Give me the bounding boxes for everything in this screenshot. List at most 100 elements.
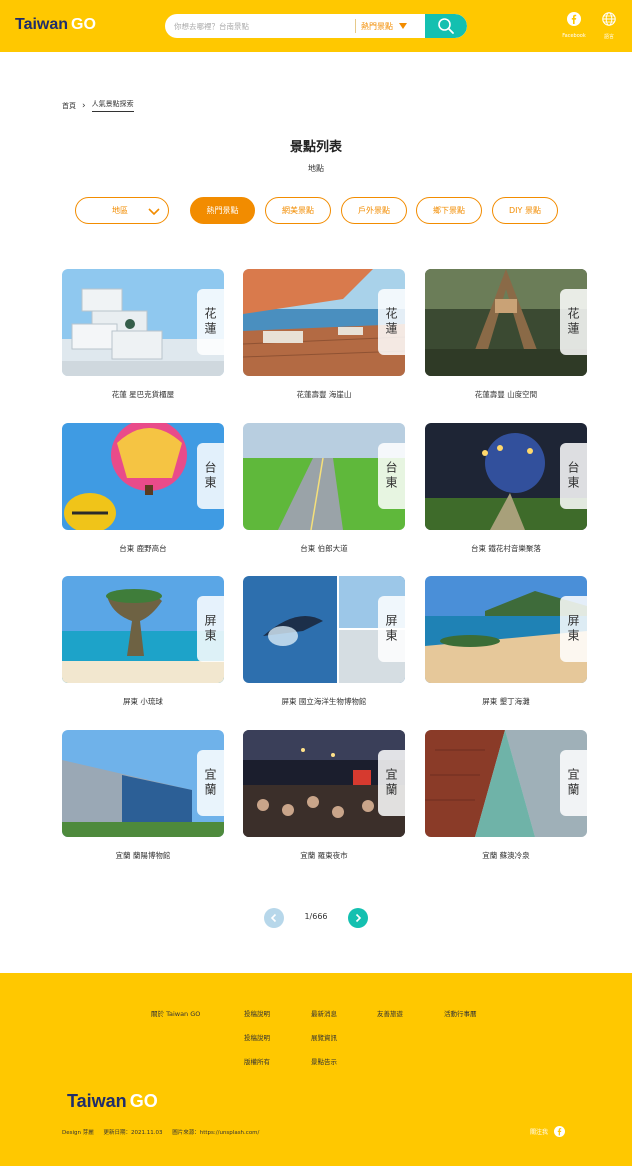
follow-label: 關注我 bbox=[530, 1129, 549, 1136]
facebook-link[interactable]: Facebook bbox=[559, 11, 589, 39]
attraction-photo: 屏東 bbox=[243, 576, 405, 683]
attraction-photo: 台東 bbox=[62, 423, 224, 530]
attraction-photo: 屏東 bbox=[425, 576, 587, 683]
attraction-caption: 宜蘭 蘭陽博物館 bbox=[115, 851, 171, 860]
region-tag: 宜蘭 bbox=[378, 750, 405, 816]
pagination: 1/666 bbox=[0, 907, 632, 929]
region-select-label: 地區 bbox=[112, 206, 128, 215]
tag-outdoor[interactable]: 戶外景點 bbox=[341, 197, 407, 224]
region-tag: 花蓮 bbox=[560, 289, 587, 355]
tag-label: DIY 景點 bbox=[509, 206, 541, 215]
site-logo[interactable]: Taiwan GO bbox=[15, 16, 96, 34]
site-footer: 關於 Taiwan GO 投稿說明 投稿說明 版權所有 最新消息 展覽資訊 景點… bbox=[0, 973, 632, 1166]
tag-label: 鄉下景點 bbox=[433, 206, 465, 215]
region-tag: 花蓮 bbox=[378, 289, 405, 355]
attraction-card[interactable]: 花蓮 花蓮 星巴克貨櫃屋 bbox=[62, 269, 224, 400]
footer-follow[interactable]: 關注我 bbox=[530, 1126, 566, 1137]
footer-link[interactable]: 投稿說明 bbox=[244, 1008, 270, 1018]
attraction-caption: 宜蘭 羅東夜市 bbox=[300, 851, 348, 860]
region-tag: 屏東 bbox=[197, 596, 224, 662]
footer-updated: 更新日期：2021.11.03 bbox=[103, 1130, 163, 1136]
attraction-card[interactable]: 花蓮 花蓮壽豐 山度空間 bbox=[425, 269, 587, 400]
attraction-photo: 宜蘭 bbox=[243, 730, 405, 837]
footer-link-about[interactable]: 關於 Taiwan GO bbox=[151, 1008, 200, 1018]
logo-text: Taiwan bbox=[67, 1091, 127, 1111]
attraction-card[interactable]: 屏東 屏東 國立海洋生物博物館 bbox=[243, 576, 405, 707]
attraction-card[interactable]: 台東 台東 伯郎大道 bbox=[243, 423, 405, 554]
footer-link[interactable]: 版權所有 bbox=[244, 1056, 270, 1066]
site-header: TaiwanGO 熱門景點 Facebook 語言 bbox=[0, 0, 632, 52]
attraction-caption: 花蓮壽豐 海崖山 bbox=[296, 390, 352, 399]
attraction-card[interactable]: 花蓮 花蓮壽豐 海崖山 bbox=[243, 269, 405, 400]
globe-icon bbox=[602, 12, 616, 26]
region-tag: 台東 bbox=[197, 443, 224, 509]
region-tag: 台東 bbox=[378, 443, 405, 509]
tag-label: 戶外景點 bbox=[358, 206, 390, 215]
attraction-card[interactable]: 台東 台東 鹿野高台 bbox=[62, 423, 224, 554]
attraction-photo: 宜蘭 bbox=[425, 730, 587, 837]
search-divider bbox=[355, 19, 356, 33]
prev-page-button[interactable] bbox=[264, 908, 284, 928]
region-tag: 屏東 bbox=[560, 596, 587, 662]
search-bar: 熱門景點 bbox=[165, 14, 467, 38]
attraction-card[interactable]: 台東 台東 鐵花村音樂聚落 bbox=[425, 423, 587, 554]
search-category-select[interactable]: 熱門景點 bbox=[361, 14, 425, 38]
language-label: 語言 bbox=[603, 34, 614, 40]
attraction-caption: 花蓮壽豐 山度空間 bbox=[474, 390, 538, 399]
attraction-photo: 屏東 bbox=[62, 576, 224, 683]
facebook-icon bbox=[567, 12, 581, 26]
tag-countryside[interactable]: 鄉下景點 bbox=[416, 197, 482, 224]
footer-meta: Design 芽麗 更新日期：2021.11.03 圖片來源：https://u… bbox=[62, 1128, 267, 1136]
attraction-photo: 台東 bbox=[425, 423, 587, 530]
region-tag: 花蓮 bbox=[197, 289, 224, 355]
logo-go: GO bbox=[129, 1091, 158, 1111]
footer-design: Design 芽麗 bbox=[62, 1130, 94, 1136]
attraction-caption: 台東 鹿野高台 bbox=[119, 544, 167, 553]
tag-instagram[interactable]: 網美景點 bbox=[265, 197, 331, 224]
search-category-label: 熱門景點 bbox=[361, 21, 393, 31]
tag-diy[interactable]: DIY 景點 bbox=[492, 197, 558, 224]
footer-logo[interactable]: Taiwan GO bbox=[67, 1091, 158, 1112]
attraction-photo: 宜蘭 bbox=[62, 730, 224, 837]
caret-down-icon bbox=[399, 23, 407, 29]
next-page-button[interactable] bbox=[348, 908, 368, 928]
region-tag: 宜蘭 bbox=[560, 750, 587, 816]
attraction-card[interactable]: 宜蘭 宜蘭 蘇澳冷泉 bbox=[425, 730, 587, 861]
region-tag: 台東 bbox=[560, 443, 587, 509]
region-tag: 宜蘭 bbox=[197, 750, 224, 816]
footer-link[interactable]: 展覽資訊 bbox=[311, 1032, 337, 1042]
region-tag: 屏東 bbox=[378, 596, 405, 662]
search-icon bbox=[438, 18, 454, 34]
language-switch[interactable]: 語言 bbox=[594, 11, 624, 40]
footer-link[interactable]: 投稿說明 bbox=[244, 1032, 270, 1042]
tag-hot[interactable]: 熱門景點 bbox=[190, 197, 255, 224]
attraction-caption: 屏東 墾丁海灘 bbox=[482, 697, 530, 706]
facebook-label: Facebook bbox=[562, 33, 586, 39]
footer-link[interactable]: 友善旅遊 bbox=[377, 1008, 403, 1018]
tag-label: 熱門景點 bbox=[206, 206, 239, 215]
attraction-caption: 屏東 國立海洋生物博物館 bbox=[281, 697, 367, 706]
attraction-photo: 花蓮 bbox=[62, 269, 224, 376]
region-select[interactable]: 地區 bbox=[75, 197, 169, 224]
attraction-card[interactable]: 屏東 屏東 墾丁海灘 bbox=[425, 576, 587, 707]
footer-link[interactable]: 景點告示 bbox=[311, 1056, 337, 1066]
attraction-card[interactable]: 屏東 屏東 小琉球 bbox=[62, 576, 224, 707]
footer-link[interactable]: 活動行事曆 bbox=[444, 1008, 477, 1018]
attraction-caption: 屏東 小琉球 bbox=[123, 697, 163, 706]
breadcrumb-home[interactable]: 首頁 bbox=[62, 101, 76, 111]
chevron-left-icon bbox=[270, 913, 277, 923]
attraction-caption: 花蓮 星巴克貨櫃屋 bbox=[111, 390, 175, 399]
attraction-photo: 花蓮 bbox=[243, 269, 405, 376]
attraction-card[interactable]: 宜蘭 宜蘭 蘭陽博物館 bbox=[62, 730, 224, 861]
breadcrumb-current[interactable]: 人氣景點探索 bbox=[91, 99, 134, 112]
facebook-icon bbox=[554, 1126, 566, 1137]
search-button[interactable] bbox=[425, 14, 467, 38]
attraction-caption: 台東 鐵花村音樂聚落 bbox=[471, 544, 541, 553]
logo-go: GO bbox=[71, 16, 96, 33]
chevron-right-icon bbox=[355, 913, 362, 923]
chevron-down-icon bbox=[148, 208, 160, 216]
footer-link[interactable]: 最新消息 bbox=[311, 1008, 337, 1018]
search-input[interactable] bbox=[174, 14, 352, 38]
attraction-photo: 花蓮 bbox=[425, 269, 587, 376]
attraction-card[interactable]: 宜蘭 宜蘭 羅東夜市 bbox=[243, 730, 405, 861]
